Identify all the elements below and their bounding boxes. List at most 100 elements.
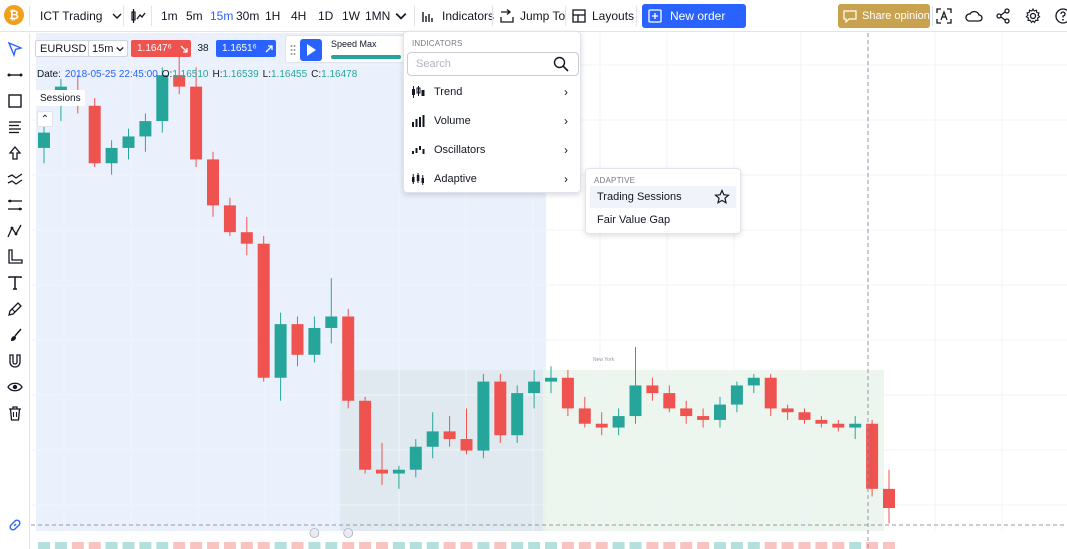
toolbar-divider	[932, 6, 933, 26]
volume-bar	[342, 542, 355, 549]
timeframe-1d[interactable]: 1D	[318, 0, 333, 32]
new-order-button[interactable]: New order	[642, 4, 746, 28]
timeframe-30m[interactable]: 30m	[236, 0, 259, 32]
eye-icon	[7, 382, 23, 392]
chart-type-button[interactable]	[130, 0, 146, 32]
candle-body-up	[849, 423, 862, 428]
brush-icon	[11, 328, 22, 341]
candle-body-down	[815, 419, 828, 424]
share-button[interactable]	[995, 0, 1011, 32]
adaptive-submenu: ADAPTIVE Trading Sessions Fair Value Gap	[585, 168, 741, 234]
adaptive-icon	[412, 173, 424, 185]
trend-line-tool-button[interactable]	[5, 65, 25, 85]
cloud-save-button[interactable]	[965, 0, 983, 32]
submenu-item-trading-sessions[interactable]: Trading Sessions	[590, 186, 736, 208]
volume-bar	[190, 542, 203, 549]
open-value: 1.16510	[172, 68, 209, 80]
candle-body-up	[105, 147, 118, 164]
menu-item-oscillators[interactable]: Oscillators ›	[404, 136, 580, 164]
brush-tool-button[interactable]	[5, 325, 25, 345]
timeframe-1w[interactable]: 1W	[342, 0, 360, 32]
timeframe-1h[interactable]: 1H	[265, 0, 280, 32]
measure-tool-button[interactable]	[5, 247, 25, 267]
legend-timeframe-selector[interactable]: 15m	[88, 40, 129, 57]
timeframe-dropdown-button[interactable]	[395, 0, 407, 32]
layouts-button[interactable]: Layouts	[572, 0, 634, 32]
menu-item-trend[interactable]: Trend ›	[404, 78, 580, 106]
delete-drawings-button[interactable]	[5, 403, 25, 423]
menu-item-volume[interactable]: Volume ›	[404, 107, 580, 135]
volume-bar	[223, 542, 236, 549]
pattern-draw-tool-button[interactable]	[5, 299, 25, 319]
sessions-indicator-label[interactable]: Sessions	[36, 90, 85, 106]
cursor-tool-button[interactable]	[5, 39, 25, 59]
candle-body-up	[612, 416, 625, 428]
sell-price-button[interactable]: 1.1647⁶	[131, 40, 191, 57]
volume-bar	[156, 542, 169, 549]
menu-item-label: Oscillators	[434, 144, 486, 156]
search-icon[interactable]	[553, 56, 569, 72]
pattern-tool-button[interactable]	[5, 169, 25, 189]
volume-bar	[545, 542, 557, 549]
visibility-tool-button[interactable]	[5, 377, 25, 397]
link-button[interactable]	[5, 515, 25, 535]
screenshot-button[interactable]	[936, 0, 952, 32]
symbol-selector[interactable]: EURUSD	[35, 40, 92, 57]
rectangle-tool-button[interactable]	[5, 91, 25, 111]
candle-body-down	[595, 423, 608, 428]
share-opinion-button[interactable]: Share opinion	[838, 4, 930, 28]
volume-bar	[71, 542, 84, 549]
candle-body-down	[798, 412, 811, 420]
menu-item-label: Adaptive	[434, 173, 477, 185]
volume-bar	[38, 542, 50, 549]
speed-slider[interactable]	[331, 55, 401, 59]
ohlc-legend: Date: 2018-05-25 22:45:00 O: 1.16510 H: …	[37, 67, 357, 81]
timeframe-15m[interactable]: 15m	[210, 0, 233, 32]
arrow-tool-button[interactable]	[5, 143, 25, 163]
link-icon	[9, 519, 21, 531]
menu-item-adaptive[interactable]: Adaptive ›	[404, 165, 580, 193]
candle-body-up	[139, 121, 152, 137]
settings-button[interactable]	[1025, 0, 1041, 32]
text-tool-button[interactable]	[5, 273, 25, 293]
chevron-right-icon: ›	[564, 114, 568, 128]
candle-body-up	[528, 381, 541, 394]
screenshot-icon	[936, 8, 952, 24]
fibonacci-tool-button[interactable]	[5, 117, 25, 137]
volume-bars-icon	[412, 115, 425, 127]
timeframe-1mn[interactable]: 1MN	[365, 0, 390, 32]
layout-selector[interactable]: ICT Trading	[40, 0, 122, 32]
magnet-tool-button[interactable]	[5, 351, 25, 371]
submenu-item-fair-value-gap[interactable]: Fair Value Gap	[590, 209, 736, 231]
indicators-button[interactable]: Indicators	[421, 0, 494, 32]
volume-bar	[54, 542, 67, 549]
parallel-channel-tool-button[interactable]	[5, 195, 25, 215]
candle-body-up	[714, 404, 726, 420]
star-outline-icon[interactable]	[714, 189, 730, 205]
brand-logo-icon[interactable]: ₿	[4, 5, 24, 25]
play-button[interactable]	[300, 39, 322, 61]
timeframe-4h[interactable]: 4H	[291, 0, 306, 32]
drag-handle-icon[interactable]	[290, 44, 296, 56]
chevron-right-icon: ›	[564, 85, 568, 99]
collapse-legend-button[interactable]: ⌃	[37, 111, 53, 127]
replay-panel: Speed Max	[285, 35, 405, 63]
timeframe-5m[interactable]: 5m	[186, 0, 203, 32]
volume-bar	[663, 542, 676, 549]
help-button[interactable]	[1055, 0, 1067, 32]
candle-body-down	[257, 243, 270, 378]
path-tool-button[interactable]	[5, 221, 25, 241]
magnet-icon	[9, 354, 21, 368]
candle-body-up	[38, 132, 50, 148]
volume-bar	[680, 542, 693, 549]
buy-price-button[interactable]: 1.1651⁶	[216, 40, 276, 57]
jump-to-button[interactable]: Jump To	[500, 0, 565, 32]
timeframe-1m[interactable]: 1m	[161, 0, 178, 32]
candle-body-down	[680, 408, 693, 417]
chevron-down-icon	[112, 13, 122, 19]
new-order-label: New order	[670, 9, 726, 23]
share-opinion-label: Share opinion	[862, 10, 930, 22]
candle-body-down	[359, 400, 372, 470]
horizontal-line-icon	[7, 73, 23, 77]
volume-bar	[139, 542, 152, 549]
